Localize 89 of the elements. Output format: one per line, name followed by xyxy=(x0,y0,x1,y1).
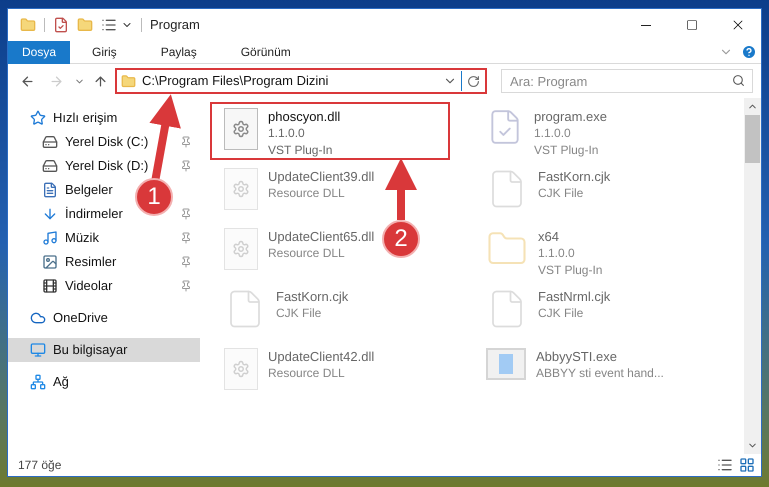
maximize-icon xyxy=(686,19,698,31)
file-detail: 1.1.0.0 xyxy=(268,125,306,142)
file-item[interactable]: phoscyon.dll 1.1.0.0 VST Plug-In xyxy=(210,102,450,160)
file-item[interactable]: x64 1.1.0.0 VST Plug-In xyxy=(472,222,612,280)
drive-icon xyxy=(42,134,58,150)
file-name: AbbyySTI.exe xyxy=(536,348,618,365)
address-field[interactable]: C:\Program Files\Program Dizini xyxy=(115,68,487,94)
file-detail: 1.1.0.0 xyxy=(534,125,572,142)
sidebar-item[interactable]: Belgeler xyxy=(36,178,119,202)
ribbon-tab[interactable]: Görünüm xyxy=(218,40,313,64)
pin-icon[interactable] xyxy=(180,136,192,148)
settings-file-icon xyxy=(224,348,258,390)
sidebar-item[interactable]: Yerel Disk (C:) xyxy=(36,130,154,154)
file-item[interactable]: UpdateClient65.dll Resource DLL xyxy=(210,222,384,280)
file-item[interactable]: UpdateClient42.dll Resource DLL xyxy=(210,342,384,400)
view-list-icon[interactable] xyxy=(101,17,117,33)
sidebar-item[interactable]: Bu bilgisayar xyxy=(8,338,200,362)
back-icon[interactable] xyxy=(20,74,35,88)
scrollbar[interactable] xyxy=(744,98,761,454)
ribbon-tab[interactable]: Giriş xyxy=(70,40,139,64)
sidebar-item[interactable]: Resimler xyxy=(36,250,122,274)
scrollbar-thumb[interactable] xyxy=(745,115,760,163)
sidebar-item[interactable]: Hızlı erişim xyxy=(8,106,200,130)
file-name: FastKorn.cjk xyxy=(538,168,610,185)
file-name: program.exe xyxy=(534,108,607,125)
file-detail: Resource DLL xyxy=(268,245,346,262)
document-icon xyxy=(42,182,58,198)
pin-icon[interactable] xyxy=(180,280,192,292)
file-detail: ABBYY sti event hand... xyxy=(536,365,664,382)
help-icon[interactable] xyxy=(741,44,757,60)
callout-arrow xyxy=(385,158,417,220)
sidebar-item[interactable]: Videolar xyxy=(36,274,118,298)
pin-icon[interactable] xyxy=(180,256,192,268)
file-detail: Resource DLL xyxy=(268,365,346,382)
network-icon xyxy=(30,374,46,390)
pin-icon[interactable] xyxy=(180,208,192,220)
settings-file-icon xyxy=(224,168,258,210)
search-field[interactable]: Ara: Program xyxy=(501,69,753,93)
ribbon-tab[interactable]: Paylaş xyxy=(138,40,219,64)
folder-icon xyxy=(121,74,136,88)
music-icon xyxy=(42,230,58,246)
file-item[interactable]: FastKorn.cjk CJK File xyxy=(472,162,620,220)
ribbon-tab[interactable]: Dosya xyxy=(8,40,70,64)
file-item[interactable]: UpdateClient39.dll Resource DLL xyxy=(210,162,384,220)
sidebar-item[interactable]: İndirmeler xyxy=(36,202,129,226)
up-icon[interactable] xyxy=(93,74,108,88)
file-detail: CJK File xyxy=(538,305,584,322)
pin-icon[interactable] xyxy=(180,160,192,172)
file-name: FastKorn.cjk xyxy=(276,288,348,305)
file-item[interactable]: program.exe 1.1.0.0 VST Plug-In xyxy=(472,102,617,160)
file-name: UpdateClient42.dll xyxy=(268,348,374,365)
cloud-icon xyxy=(30,310,46,326)
refresh-icon[interactable] xyxy=(467,74,480,88)
film-icon xyxy=(42,278,58,294)
file-name: UpdateClient39.dll xyxy=(268,168,374,185)
file-detail: Resource DLL xyxy=(268,185,346,202)
settings-file-icon xyxy=(224,108,258,150)
file-item[interactable]: AbbyySTI.exe ABBYY sti event hand... xyxy=(472,342,674,400)
file-detail: CJK File xyxy=(276,305,322,322)
drive-icon xyxy=(42,158,58,174)
file-name: UpdateClient65.dll xyxy=(268,228,374,245)
minimize-icon xyxy=(641,24,651,26)
download-icon xyxy=(42,206,58,222)
settings-file-icon xyxy=(224,228,258,270)
file-detail: VST Plug-In xyxy=(538,262,602,279)
sidebar-item[interactable]: Ağ xyxy=(8,370,200,394)
sidebar-item[interactable]: Müzik xyxy=(36,226,105,250)
file-item[interactable]: FastNrml.cjk CJK File xyxy=(472,282,620,340)
properties-icon[interactable] xyxy=(53,17,69,33)
file-detail: CJK File xyxy=(538,185,584,202)
sidebar-item[interactable]: OneDrive xyxy=(8,306,200,330)
file-detail: VST Plug-In xyxy=(534,142,600,159)
picture-icon xyxy=(42,254,58,270)
item-count: 177 öğe xyxy=(18,457,62,474)
file-detail: 1.1.0.0 xyxy=(538,245,576,262)
monitor-icon xyxy=(30,342,46,358)
star-icon xyxy=(30,110,46,126)
file-name: phoscyon.dll xyxy=(268,108,340,125)
app-window-icon xyxy=(486,348,526,380)
details-view-icon[interactable] xyxy=(717,457,733,473)
file-detail: VST Plug-In xyxy=(268,142,334,159)
pin-icon[interactable] xyxy=(180,232,192,244)
file-name: x64 xyxy=(538,228,560,245)
file-name: FastNrml.cjk xyxy=(538,288,610,305)
window-title: Program xyxy=(150,16,200,34)
large-icons-view-icon[interactable] xyxy=(739,457,755,473)
sidebar-item[interactable]: Yerel Disk (D:) xyxy=(36,154,154,178)
file-item[interactable]: FastKorn.cjk CJK File xyxy=(210,282,358,340)
search-icon[interactable] xyxy=(732,74,745,87)
